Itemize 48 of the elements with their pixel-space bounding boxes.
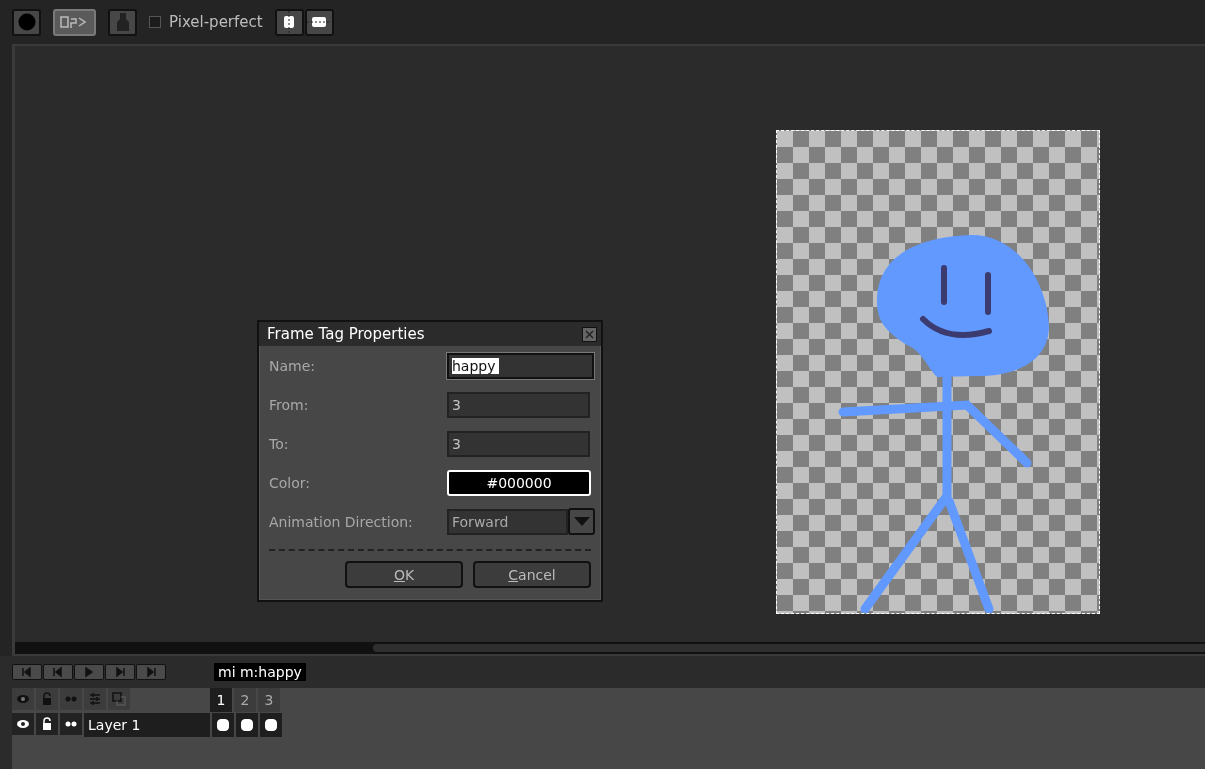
symmetry-button[interactable] bbox=[304, 8, 334, 36]
checkbox-label: Pixel-perfect bbox=[169, 13, 263, 31]
dialog-title: Frame Tag Properties bbox=[267, 325, 425, 343]
field-label: To: bbox=[269, 435, 290, 452]
next-frame-icon bbox=[113, 666, 127, 678]
symmetry-button[interactable] bbox=[274, 8, 304, 36]
tool-option-button[interactable] bbox=[53, 8, 96, 36]
first-frame-icon bbox=[20, 666, 34, 678]
eye-icon bbox=[16, 692, 30, 706]
last-frame-icon bbox=[144, 666, 158, 678]
horizontal-scrollbar[interactable] bbox=[15, 642, 1205, 656]
play-icon bbox=[82, 666, 96, 678]
layer-name[interactable]: Layer 1 bbox=[84, 713, 210, 737]
close-button[interactable] bbox=[582, 326, 597, 342]
dialog-button[interactable]: OK bbox=[345, 561, 463, 588]
close-icon bbox=[585, 329, 594, 339]
field-label: Animation Direction: bbox=[269, 513, 414, 530]
playback-button[interactable] bbox=[43, 664, 73, 680]
caret-icon bbox=[573, 516, 590, 527]
squares-icon bbox=[112, 692, 126, 706]
scrollbar-thumb[interactable] bbox=[373, 644, 1205, 652]
text-field[interactable]: happy bbox=[447, 352, 594, 379]
text-field[interactable]: 3 bbox=[447, 430, 590, 457]
eye-icon bbox=[16, 717, 30, 731]
checkbox[interactable] bbox=[149, 16, 161, 28]
frame-header[interactable]: 2 bbox=[234, 688, 256, 712]
field-label: Name: bbox=[269, 357, 317, 374]
field-label: Color: bbox=[269, 474, 312, 491]
text-field[interactable]: 3 bbox=[447, 391, 590, 418]
playback-button[interactable] bbox=[136, 664, 166, 680]
horizontal-symmetry-icon bbox=[307, 15, 332, 29]
previous-frame-icon bbox=[51, 666, 65, 678]
playback-button[interactable] bbox=[74, 664, 104, 680]
field-label: From: bbox=[269, 396, 310, 413]
dropdown-field[interactable]: Forward bbox=[447, 508, 568, 535]
vertical-symmetry-icon bbox=[282, 11, 297, 33]
playback-button[interactable] bbox=[12, 664, 42, 680]
padlock-icon bbox=[40, 717, 54, 731]
sliders-icon bbox=[88, 692, 102, 706]
frame-header[interactable]: 1 bbox=[210, 688, 232, 712]
circle-icon bbox=[17, 13, 36, 31]
playback-button[interactable] bbox=[105, 664, 135, 680]
color-swatch-button[interactable]: #000000 bbox=[447, 469, 591, 496]
frame-header[interactable]: 3 bbox=[258, 688, 280, 712]
frame-tag[interactable]: mi m:happy bbox=[214, 663, 306, 681]
dropdown-button[interactable] bbox=[568, 508, 595, 535]
padlock-icon bbox=[40, 692, 54, 706]
dialog-button[interactable]: Cancel bbox=[473, 561, 591, 588]
